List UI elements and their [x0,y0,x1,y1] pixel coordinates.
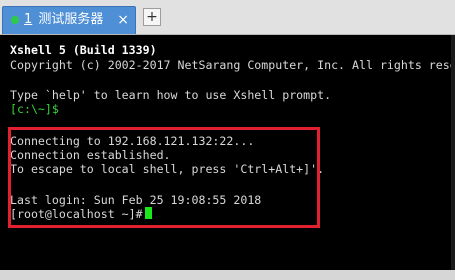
local-prompt: [c:\~]$ [10,102,59,116]
tab-label: 1 测试服务器 [24,12,103,28]
close-icon[interactable]: × [117,12,129,28]
terminal-header: Xshell 5 (Build 1339) [10,43,157,57]
tab-bar: 1 测试服务器 × + [0,0,455,35]
tab-number: 1 [24,12,33,27]
tab-test-server[interactable]: 1 测试服务器 × [2,6,136,34]
terminal-help-text: Type `help' to learn how to use Xshell p… [10,88,332,102]
terminal-copyright: Copyright (c) 2002-2017 NetSarang Comput… [10,58,455,72]
connection-status-icon [11,16,19,24]
window-bottom-strip [0,270,455,280]
tab-title: 测试服务器 [38,12,104,27]
terminal-edge [451,35,455,270]
red-highlight-annotation [8,127,320,228]
new-tab-button[interactable]: + [143,8,161,26]
xshell-window: 1 测试服务器 × + Xshell 5 (Build 1339) Copyri… [0,0,455,280]
